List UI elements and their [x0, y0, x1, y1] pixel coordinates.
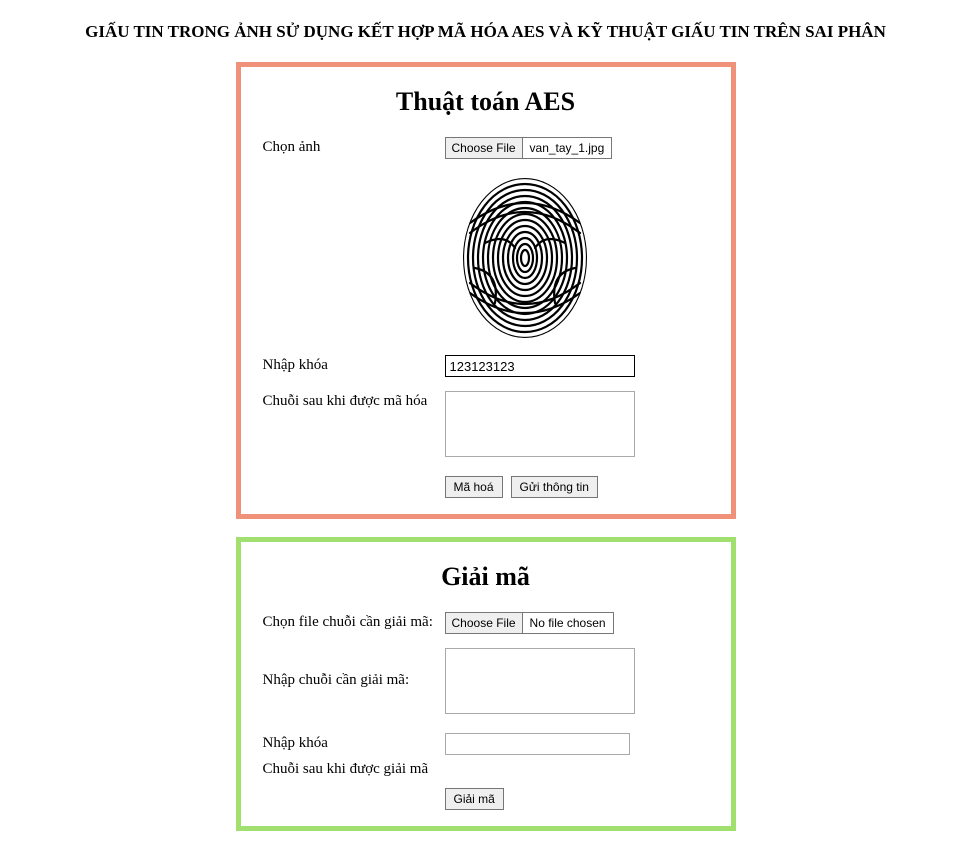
aes-key-label: Nhập khóa: [263, 355, 445, 374]
aes-key-input[interactable]: [445, 355, 635, 377]
decode-select-file-row: Chọn file chuỗi cần giải mã: Choose File…: [263, 612, 709, 634]
decode-file-name: No file chosen: [523, 613, 613, 633]
decode-button[interactable]: Giải mã: [445, 788, 504, 810]
decode-chain-input[interactable]: [445, 648, 635, 714]
choose-file-button[interactable]: Choose File: [446, 138, 523, 158]
fingerprint-preview: [445, 173, 709, 343]
aes-select-image-row: Chọn ảnh Choose File van_tay_1.jpg: [263, 137, 709, 159]
aes-encoded-row: Chuỗi sau khi được mã hóa: [263, 391, 709, 462]
fingerprint-icon: [445, 173, 605, 343]
decode-input-chain-label: Nhập chuỗi cần giải mã:: [263, 648, 445, 689]
page-title: GIẤU TIN TRONG ẢNH SỬ DỤNG KẾT HỢP MÃ HÓ…: [20, 22, 951, 42]
aes-heading: Thuật toán AES: [263, 87, 709, 117]
decode-file-input[interactable]: Choose File No file chosen: [445, 612, 614, 634]
decode-key-label: Nhập khóa: [263, 733, 445, 752]
aes-encoded-label: Chuỗi sau khi được mã hóa: [263, 391, 445, 410]
decode-heading: Giải mã: [263, 562, 709, 592]
decode-input-chain-row: Nhập chuỗi cần giải mã:: [263, 648, 709, 719]
encrypt-button[interactable]: Mã hoá: [445, 476, 503, 498]
send-info-button[interactable]: Gửi thông tin: [511, 476, 598, 498]
decode-output-label: Chuỗi sau khi được giải mã: [263, 759, 445, 778]
aes-file-name: van_tay_1.jpg: [523, 138, 612, 158]
decode-key-row: Nhập khóa: [263, 733, 709, 755]
aes-select-image-label: Chọn ảnh: [263, 137, 445, 156]
aes-encoded-output[interactable]: [445, 391, 635, 457]
decode-key-input[interactable]: [445, 733, 630, 755]
choose-file-button[interactable]: Choose File: [446, 613, 523, 633]
decode-button-row: Giải mã: [445, 788, 709, 810]
aes-key-row: Nhập khóa: [263, 355, 709, 377]
decode-select-file-label: Chọn file chuỗi cần giải mã:: [263, 612, 445, 631]
aes-panel: Thuật toán AES Chọn ảnh Choose File van_…: [236, 62, 736, 519]
aes-file-input[interactable]: Choose File van_tay_1.jpg: [445, 137, 613, 159]
aes-button-row: Mã hoá Gửi thông tin: [445, 476, 709, 498]
decode-panel: Giải mã Chọn file chuỗi cần giải mã: Cho…: [236, 537, 736, 831]
decode-output-row: Chuỗi sau khi được giải mã: [263, 759, 709, 778]
